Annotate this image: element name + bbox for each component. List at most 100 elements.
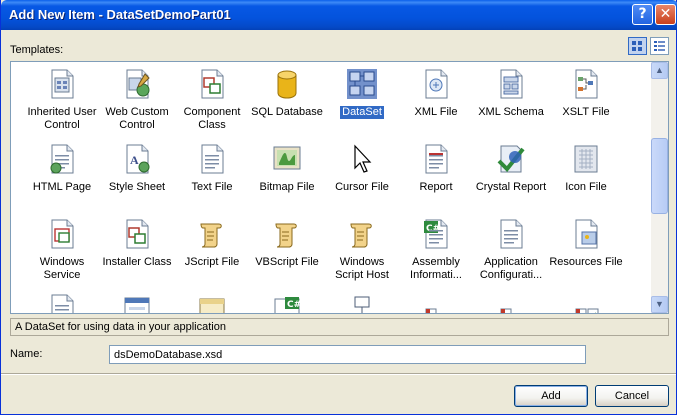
template-label: Crystal Report	[475, 181, 547, 193]
template-label: Component Class	[183, 106, 241, 131]
template-item[interactable]: Web Custom Control	[99, 68, 175, 132]
separator	[1, 373, 676, 375]
template-item[interactable]: Crystal Report	[473, 143, 549, 194]
template-label: Windows Script Host	[335, 256, 389, 281]
large-icons-icon	[632, 41, 642, 51]
name-input[interactable]	[109, 345, 586, 364]
template-label: XSLT File	[562, 106, 610, 118]
template-item[interactable]: Report	[398, 143, 474, 194]
help-button[interactable]: ?	[632, 4, 653, 25]
icon-file-icon	[570, 143, 602, 175]
template-item[interactable]	[99, 293, 175, 313]
dataset-icon	[346, 68, 378, 100]
window-title: Add New Item - DataSetDemoPart01	[9, 7, 231, 22]
component-class-icon	[196, 68, 228, 100]
template-label: Web Custom Control	[105, 106, 169, 131]
vertical-scrollbar[interactable]: ▲ ▼	[651, 62, 668, 313]
scroll-up-button[interactable]: ▲	[651, 62, 668, 79]
template-label: DataSet	[340, 106, 384, 119]
document-icon	[46, 293, 78, 313]
add-new-item-dialog: Add New Item - DataSetDemoPart01 ? ✕ Tem…	[0, 0, 677, 415]
template-item[interactable]: Bitmap File	[249, 143, 325, 194]
inherited-user-control-icon	[46, 68, 78, 100]
template-item[interactable]: Windows Service	[24, 218, 100, 282]
template-item[interactable]	[398, 293, 474, 313]
large-icons-view-button[interactable]	[628, 37, 647, 55]
template-item[interactable]: Icon File	[548, 143, 624, 194]
cancel-button[interactable]: Cancel	[595, 385, 669, 407]
title-bar[interactable]: Add New Item - DataSetDemoPart01 ? ✕	[1, 0, 677, 30]
template-item[interactable]: DataSet	[324, 68, 400, 119]
svg-text:A: A	[130, 153, 139, 167]
template-item[interactable]: XML File	[398, 68, 474, 119]
xml-schema-icon	[495, 68, 527, 100]
cursor-file-icon	[346, 143, 378, 175]
template-item[interactable]: XML Schema	[473, 68, 549, 119]
installer-class-icon	[121, 218, 153, 250]
style-sheet-icon: A	[121, 143, 153, 175]
template-item[interactable]: Cursor File	[324, 143, 400, 194]
templates-label: Templates:	[10, 44, 64, 56]
template-label: JScript File	[184, 256, 240, 268]
template-label: Text File	[191, 181, 233, 193]
csharp-file-icon: C#	[271, 293, 303, 313]
template-label: XML Schema	[478, 106, 544, 118]
template-item[interactable]: JScript File	[174, 218, 250, 269]
template-item[interactable]: XSLT File	[548, 68, 624, 119]
windows-script-host-icon	[346, 218, 378, 250]
report-icon	[420, 143, 452, 175]
template-label: Windows Service	[39, 256, 85, 281]
template-item[interactable]: Inherited User Control	[24, 68, 100, 132]
template-item[interactable]: C#	[249, 293, 325, 313]
template-item[interactable]: A Style Sheet	[99, 143, 175, 194]
template-item[interactable]: C# Assembly Informati...	[398, 218, 474, 282]
add-button[interactable]: Add	[514, 385, 588, 407]
template-label: VBScript File	[255, 256, 319, 268]
web-custom-control-icon	[121, 68, 153, 100]
templates-list[interactable]: Inherited User Control Web Custom Control…	[10, 61, 669, 314]
vbscript-file-icon	[271, 218, 303, 250]
template-label: Application Configurati...	[479, 256, 543, 281]
checklist-icon	[570, 293, 602, 313]
template-item[interactable]: Component Class	[174, 68, 250, 132]
scroll-thumb[interactable]	[651, 138, 668, 214]
html-page-icon	[46, 143, 78, 175]
name-label: Name:	[10, 348, 43, 360]
template-item[interactable]: Installer Class	[99, 218, 175, 269]
template-description: A DataSet for using data in your applica…	[10, 318, 669, 336]
toolbox-icon	[196, 293, 228, 313]
assembly-info-icon: C#	[420, 218, 452, 250]
template-label: Report	[419, 181, 453, 193]
template-label: Inherited User Control	[27, 106, 97, 131]
template-label: Icon File	[565, 181, 607, 193]
form-icon	[121, 293, 153, 313]
template-item[interactable]: Resources File	[548, 218, 624, 269]
bitmap-file-icon	[271, 143, 303, 175]
template-item[interactable]	[473, 293, 549, 313]
template-item[interactable]	[324, 293, 400, 313]
template-item[interactable]	[174, 293, 250, 313]
template-label: Resources File	[549, 256, 623, 268]
template-label: XML File	[414, 106, 458, 118]
xml-file-icon	[420, 68, 452, 100]
template-item[interactable]: HTML Page	[24, 143, 100, 194]
windows-service-icon	[46, 218, 78, 250]
template-label: Bitmap File	[259, 181, 315, 193]
template-item[interactable]: Application Configurati...	[473, 218, 549, 282]
template-label: Cursor File	[335, 181, 389, 193]
template-item[interactable]: Windows Script Host	[324, 218, 400, 282]
template-item[interactable]: VBScript File	[249, 218, 325, 269]
sql-database-icon	[271, 68, 303, 100]
template-item[interactable]: Text File	[174, 143, 250, 194]
list-view-icon	[654, 41, 665, 51]
template-item[interactable]	[548, 293, 624, 313]
scroll-down-button[interactable]: ▼	[651, 296, 668, 313]
svg-text:C#: C#	[287, 300, 301, 310]
template-label: Assembly Informati...	[410, 256, 462, 281]
resources-file-icon	[570, 218, 602, 250]
template-item[interactable]: SQL Database	[249, 68, 325, 119]
small-icons-view-button[interactable]	[650, 37, 669, 55]
template-item[interactable]	[24, 293, 100, 313]
close-button[interactable]: ✕	[655, 4, 676, 25]
text-file-icon	[196, 143, 228, 175]
